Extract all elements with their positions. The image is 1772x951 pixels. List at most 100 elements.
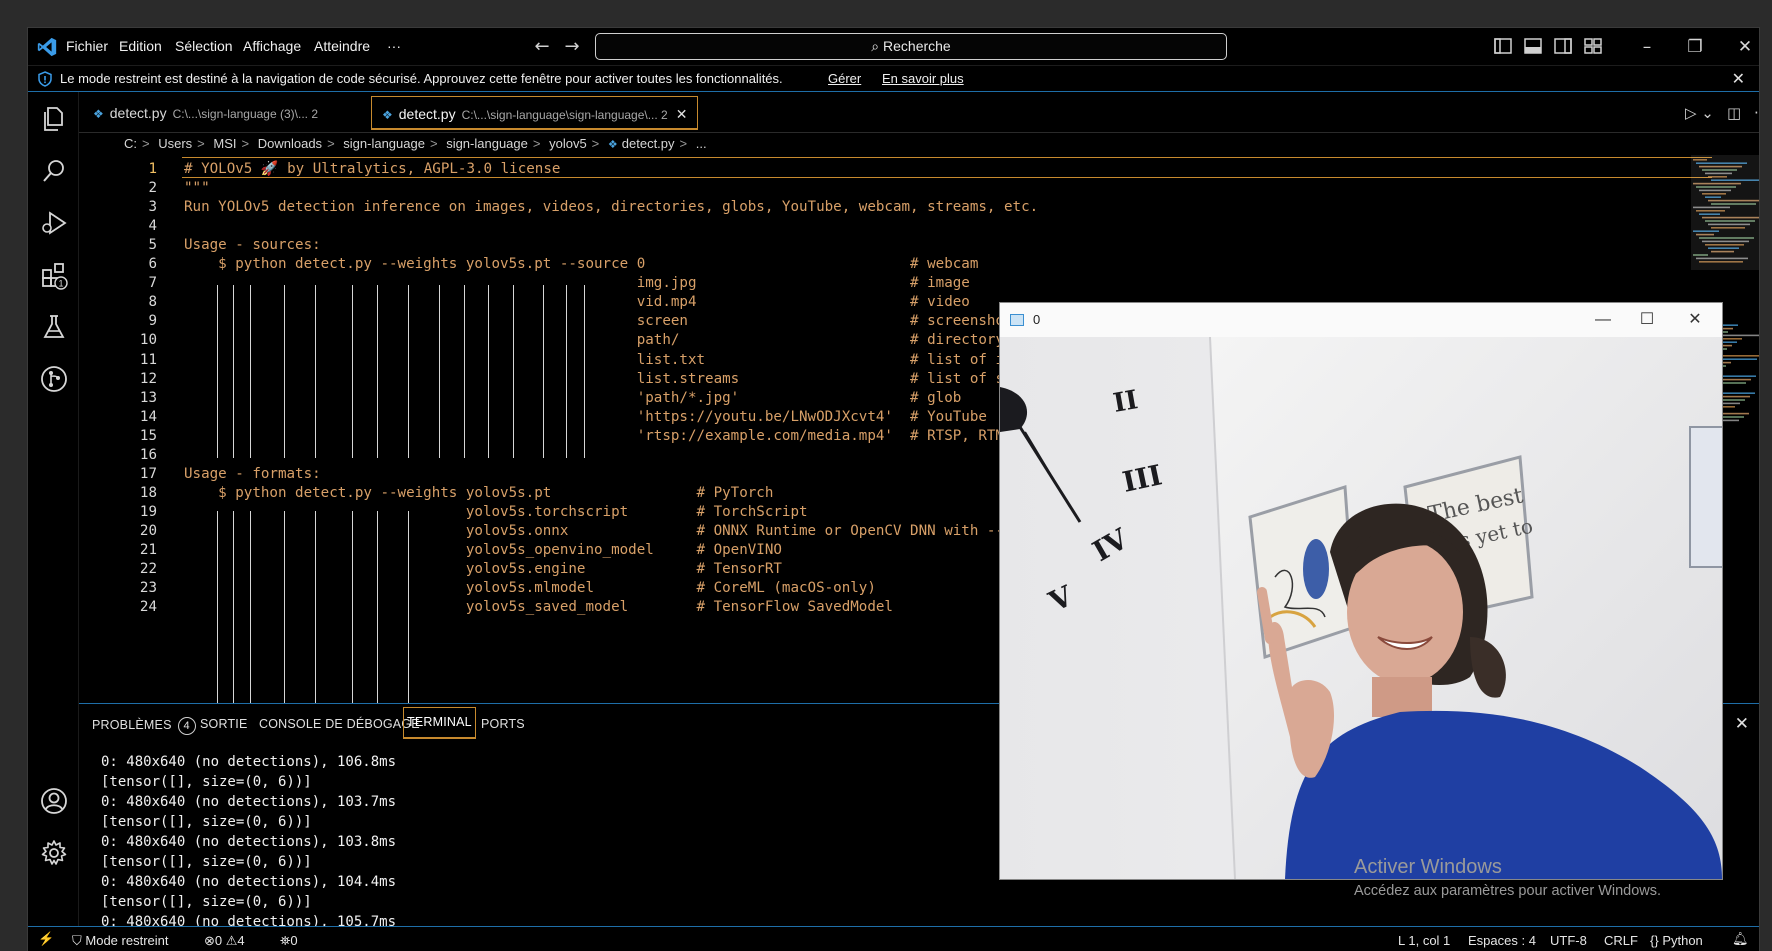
breadcrumb-item[interactable]: Downloads bbox=[258, 136, 322, 151]
close-icon[interactable]: ✕ bbox=[1680, 308, 1710, 332]
minimap-viewport[interactable] bbox=[1691, 155, 1760, 270]
breadcrumb-item[interactable]: MSI bbox=[213, 136, 236, 151]
breadcrumb-item[interactable]: sign-language bbox=[343, 136, 425, 151]
breadcrumb-item[interactable]: yolov5 bbox=[549, 136, 587, 151]
camera-title-bar[interactable]: 0 — ☐ ✕ bbox=[1000, 303, 1722, 337]
line-number: 1 bbox=[148, 161, 157, 177]
breadcrumb-item[interactable]: C: bbox=[124, 136, 137, 151]
tab-ports[interactable]: PORTS bbox=[481, 717, 525, 731]
breadcrumb-item[interactable]: Users bbox=[158, 136, 192, 151]
ports-indicator[interactable]: ⛯0 bbox=[280, 933, 298, 949]
terminal-line: [tensor([], size=(0, 6))] bbox=[101, 774, 312, 790]
maximize-icon[interactable]: ☐ bbox=[1632, 308, 1662, 332]
camera-window[interactable]: 0 — ☐ ✕ II III IV V The best is yet to bbox=[999, 302, 1723, 880]
accounts-icon[interactable] bbox=[39, 786, 69, 816]
line-number: 6 bbox=[148, 256, 157, 273]
tab-terminal[interactable]: TERMINAL bbox=[403, 707, 476, 739]
manage-link[interactable]: Gérer bbox=[828, 71, 861, 86]
tab-output[interactable]: SORTIE bbox=[200, 717, 248, 731]
indent-guide bbox=[566, 285, 567, 458]
chevron-right-icon: > bbox=[241, 136, 250, 151]
tab-detect-py-1[interactable]: ❖ detect.py C:\...\sign-language (3)\... 2 bbox=[83, 96, 328, 130]
split-editor-icon[interactable]: ◫ bbox=[1727, 104, 1741, 122]
menu-file[interactable]: Fichier bbox=[66, 38, 108, 54]
python-file-icon: ❖ bbox=[93, 107, 104, 121]
warnings-count: 4 bbox=[237, 933, 245, 948]
code-text: list.txt # list of im bbox=[184, 351, 1013, 368]
tab-debug-console[interactable]: CONSOLE DE DÉBOGAGE bbox=[259, 717, 420, 731]
chevron-right-icon: > bbox=[142, 136, 150, 151]
testing-icon[interactable] bbox=[39, 312, 69, 342]
code-text: list.streams # list of st bbox=[184, 370, 1013, 387]
restore-icon[interactable]: ❐ bbox=[1680, 34, 1710, 60]
toggle-sidebar-icon[interactable] bbox=[1494, 37, 1512, 55]
code-text: yolov5s.engine # TensorRT bbox=[184, 561, 782, 578]
minimize-icon[interactable]: – bbox=[1632, 34, 1662, 60]
breadcrumb-item[interactable]: sign-language bbox=[446, 136, 528, 151]
line-number: 10 bbox=[139, 332, 157, 349]
chevron-right-icon: > bbox=[197, 136, 205, 151]
minimize-icon[interactable]: — bbox=[1588, 308, 1618, 332]
close-tab-icon[interactable]: ✕ bbox=[676, 106, 688, 122]
menu-more[interactable]: ··· bbox=[387, 38, 401, 54]
line-number: 21 bbox=[139, 542, 157, 558]
indent-guide bbox=[439, 285, 440, 458]
end-of-line[interactable]: CRLF bbox=[1604, 933, 1638, 948]
chevron-right-icon: > bbox=[532, 136, 541, 151]
notifications-bell-icon[interactable]: 🔔︎ bbox=[1732, 931, 1749, 947]
forward-arrow-icon[interactable]: → bbox=[561, 36, 583, 58]
indent-guide bbox=[408, 285, 409, 458]
close-window-icon[interactable]: ✕ bbox=[1730, 34, 1759, 60]
code-text: Usage - sources: bbox=[184, 237, 321, 254]
command-center-search[interactable]: ⌕ Recherche bbox=[595, 33, 1227, 60]
settings-gear-icon[interactable] bbox=[39, 838, 69, 868]
indentation[interactable]: Espaces : 4 bbox=[1468, 933, 1536, 948]
encoding[interactable]: UTF-8 bbox=[1550, 933, 1587, 948]
restricted-mode-indicator[interactable]: ⛉ Mode restreint bbox=[72, 933, 168, 949]
run-file-icon[interactable]: ▷ ⌄ bbox=[1685, 104, 1714, 122]
activity-bar: 1 bbox=[28, 92, 79, 932]
tab-problems[interactable]: PROBLÈMES 4 bbox=[92, 717, 196, 735]
close-panel-icon[interactable]: ✕ bbox=[1735, 714, 1749, 734]
search-icon[interactable] bbox=[39, 156, 69, 186]
indent-guide bbox=[513, 285, 514, 458]
run-debug-icon[interactable] bbox=[39, 208, 69, 238]
status-bar: ⚡ ⛉ Mode restreint ⊗0 ⚠4 ⛯0 L 1, col 1 E… bbox=[28, 926, 1759, 951]
toggle-secondary-sidebar-icon[interactable] bbox=[1554, 37, 1572, 55]
menu-edit[interactable]: Edition bbox=[119, 38, 162, 54]
activation-subtitle: Accédez aux paramètres pour activer Wind… bbox=[1354, 883, 1662, 899]
indent-guide bbox=[284, 285, 285, 458]
source-control-icon[interactable] bbox=[39, 364, 69, 394]
tab-detect-py-2[interactable]: ❖ detect.py C:\...\sign-language\sign-lang… bbox=[371, 96, 699, 130]
code-text: img.jpg # image bbox=[184, 275, 970, 292]
menu-view[interactable]: Affichage bbox=[243, 38, 301, 54]
problems-indicator[interactable]: ⊗0 ⚠4 bbox=[204, 933, 245, 949]
title-bar: Fichier Edition Sélection Affichage Atte… bbox=[28, 28, 1759, 66]
extensions-icon[interactable]: 1 bbox=[39, 260, 69, 290]
chevron-right-icon: > bbox=[327, 136, 335, 151]
breadcrumb-item[interactable]: ... bbox=[696, 136, 707, 151]
toggle-panel-icon[interactable] bbox=[1524, 37, 1542, 55]
banner-close-icon[interactable]: ✕ bbox=[1732, 69, 1745, 89]
remote-icon[interactable]: ⚡ bbox=[38, 931, 54, 947]
breadcrumb-item[interactable]: detect.py bbox=[622, 136, 675, 151]
menu-go[interactable]: Atteindre bbox=[314, 38, 370, 54]
back-arrow-icon[interactable]: ← bbox=[531, 36, 553, 58]
line-number: 20 bbox=[139, 522, 157, 539]
more-actions-icon[interactable]: ··· bbox=[1754, 104, 1759, 122]
learn-more-link[interactable]: En savoir plus bbox=[882, 71, 964, 86]
language-mode[interactable]: {} Python bbox=[1650, 933, 1703, 948]
chevron-right-icon: > bbox=[679, 136, 688, 151]
code-text: screen # screenshot bbox=[184, 313, 1013, 330]
cursor-position[interactable]: L 1, col 1 bbox=[1398, 933, 1450, 948]
code-text: yolov5s.mlmodel # CoreML (macOS-only) bbox=[184, 580, 876, 597]
code-text: """ bbox=[184, 180, 210, 197]
customize-layout-icon[interactable] bbox=[1584, 37, 1602, 55]
terminal-output[interactable]: 0: 480x640 (no detections), 106.8ms [ten… bbox=[101, 752, 396, 951]
line-number: 4 bbox=[148, 218, 157, 235]
explorer-icon[interactable] bbox=[39, 104, 69, 134]
indent-guide bbox=[217, 285, 218, 458]
code-text: 'https://youtu.be/LNwODJXcvt4' # YouTube bbox=[184, 408, 987, 425]
error-icon: ⊗ bbox=[204, 933, 215, 948]
menu-selection[interactable]: Sélection bbox=[175, 38, 233, 54]
